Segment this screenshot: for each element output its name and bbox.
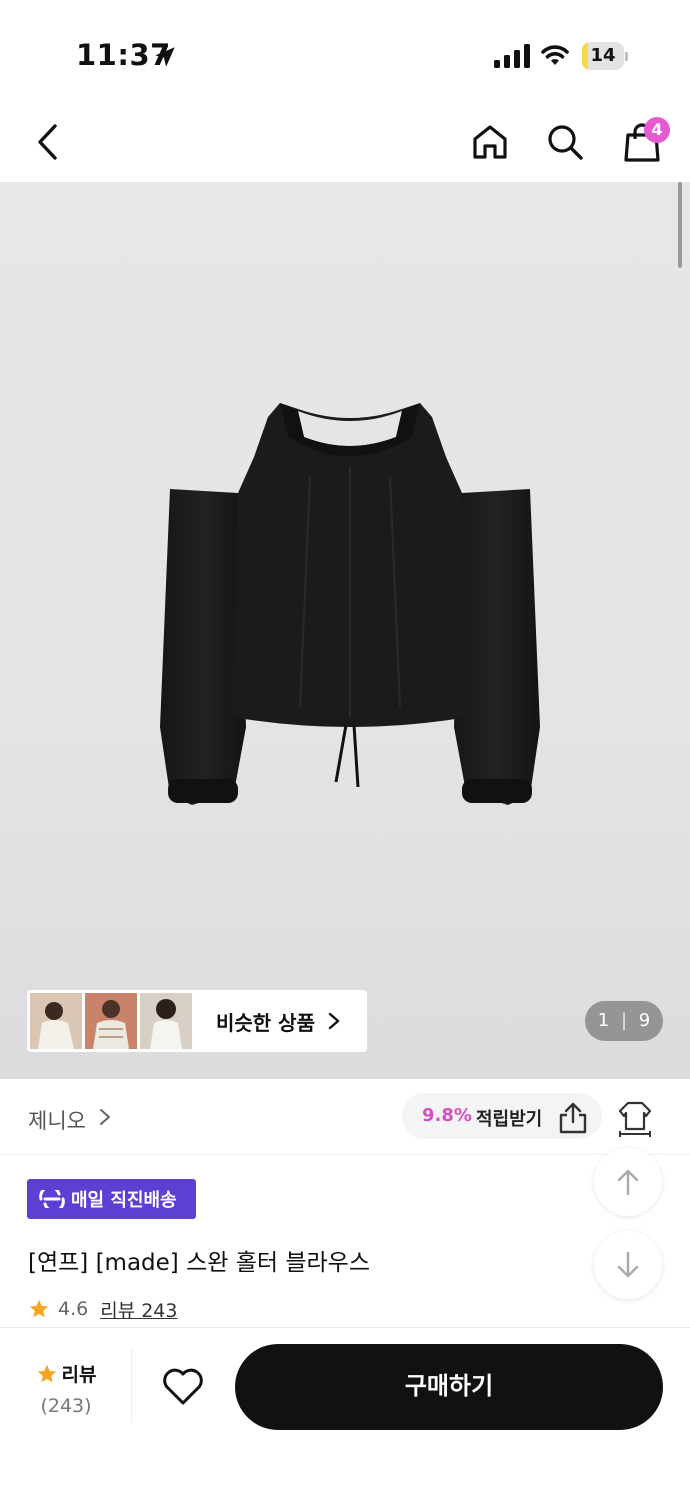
review-summary-label: 리뷰 bbox=[61, 1364, 97, 1386]
rating-value: 4.6 bbox=[58, 1298, 89, 1320]
divider bbox=[131, 1348, 132, 1422]
wifi-icon bbox=[541, 45, 569, 65]
search-button[interactable] bbox=[543, 120, 587, 164]
product-image-gallery[interactable]: 비슷한 상품 1 | 9 bbox=[0, 182, 690, 1079]
heart-icon[interactable] bbox=[161, 1366, 205, 1406]
delivery-badge: 매일 직진배송 bbox=[27, 1179, 196, 1219]
page-current: 1 bbox=[597, 1010, 610, 1031]
arrow-up-icon bbox=[617, 1169, 639, 1196]
buy-button[interactable]: 구매하기 bbox=[235, 1344, 663, 1430]
review-summary-count: (243) bbox=[40, 1395, 92, 1417]
fast-delivery-icon bbox=[39, 1190, 65, 1208]
scroll-up-button[interactable] bbox=[594, 1148, 662, 1216]
image-scrollbar[interactable] bbox=[678, 182, 682, 268]
similar-products-button[interactable]: 비슷한 상품 bbox=[27, 990, 367, 1052]
battery-level: 14 bbox=[590, 45, 616, 66]
points-percent: 9.8% bbox=[422, 1105, 472, 1126]
review-summary-button[interactable]: 리뷰 (243) bbox=[30, 1360, 102, 1417]
star-icon bbox=[37, 1364, 56, 1382]
back-button[interactable] bbox=[26, 120, 70, 164]
brand-row: 제니오 9.8% 적립받기 bbox=[0, 1079, 690, 1155]
scroll-down-button[interactable] bbox=[594, 1231, 662, 1299]
chevron-right-icon bbox=[328, 1012, 340, 1030]
star-icon bbox=[29, 1299, 49, 1318]
page-total: 9 bbox=[638, 1010, 651, 1031]
arrow-down-icon bbox=[617, 1251, 639, 1278]
battery-icon: 14 bbox=[582, 42, 628, 70]
back-arrow-icon bbox=[38, 124, 57, 160]
home-button[interactable] bbox=[468, 120, 512, 164]
search-icon bbox=[548, 125, 583, 160]
page-separator: | bbox=[620, 1010, 628, 1031]
product-photo bbox=[160, 403, 540, 805]
bottom-action-bar: 리뷰 (243) 구매하기 bbox=[0, 1327, 690, 1500]
size-fit-icon[interactable] bbox=[616, 1099, 654, 1137]
share-icon[interactable] bbox=[558, 1101, 588, 1135]
similar-products-label: 비슷한 상품 bbox=[216, 1010, 315, 1035]
review-link[interactable]: 리뷰 243 bbox=[100, 1296, 177, 1323]
similar-product-thumbnail bbox=[85, 993, 137, 1049]
points-label: 적립받기 bbox=[476, 1109, 543, 1130]
image-page-indicator: 1 | 9 bbox=[585, 1001, 663, 1041]
delivery-badge-label: 매일 직진배송 bbox=[71, 1190, 177, 1211]
location-arrow-icon bbox=[155, 47, 175, 67]
top-nav-bar bbox=[0, 100, 690, 182]
rating-row: 4.6 리뷰 243 bbox=[28, 1296, 177, 1322]
cellular-signal-icon bbox=[494, 44, 530, 68]
cart-count-badge: 4 bbox=[644, 117, 670, 143]
similar-product-thumbnail bbox=[30, 993, 82, 1049]
home-icon bbox=[473, 125, 507, 159]
chevron-right-icon[interactable] bbox=[98, 1107, 112, 1127]
product-title: [연프] [made] 스완 홀터 블라우스 bbox=[28, 1250, 370, 1276]
status-bar: 11:37 14 bbox=[0, 0, 690, 100]
similar-product-thumbnail bbox=[140, 993, 192, 1049]
brand-link[interactable]: 제니오 bbox=[28, 1105, 86, 1135]
